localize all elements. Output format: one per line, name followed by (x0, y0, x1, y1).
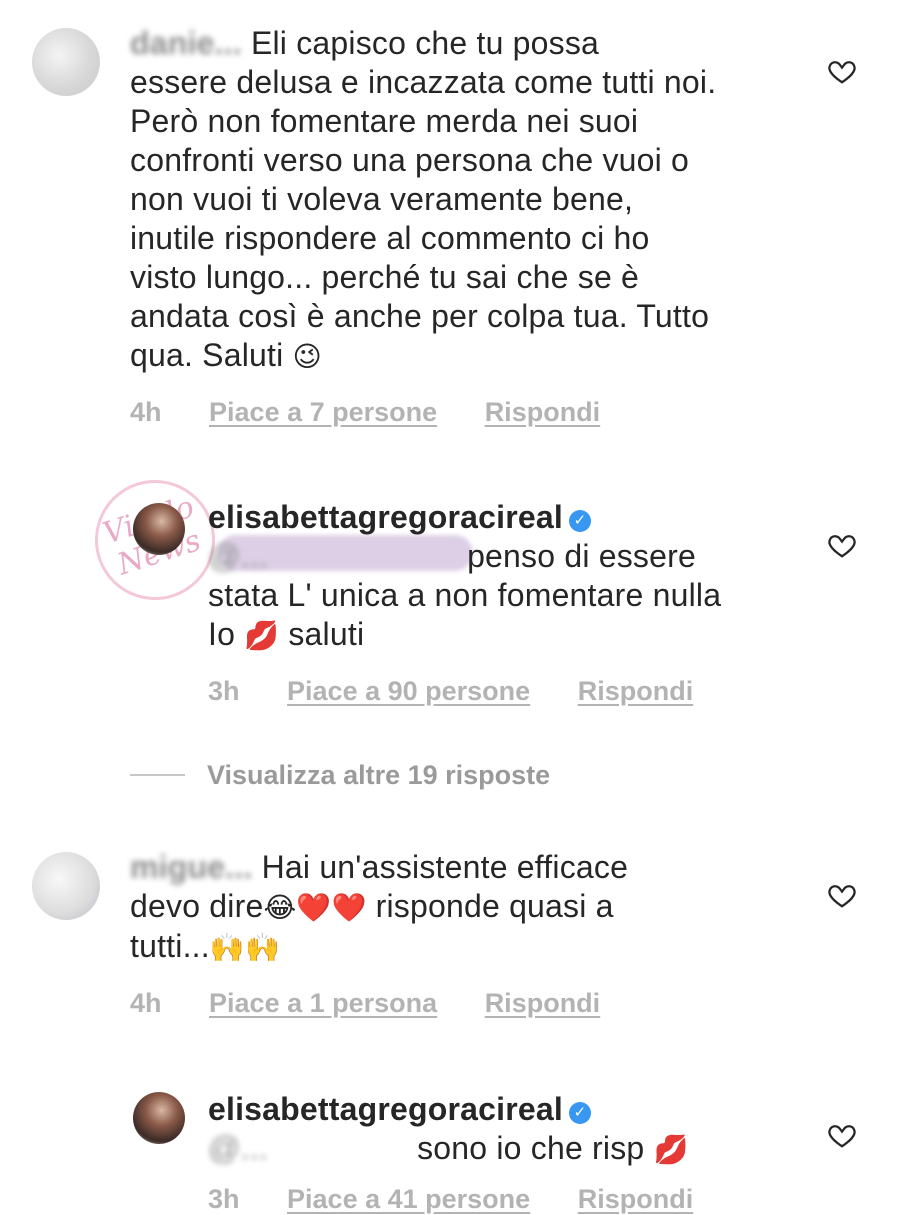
like-heart-icon[interactable] (827, 880, 857, 910)
reply-button[interactable]: Rispondi (578, 676, 694, 706)
likes-link[interactable]: Piace a 1 persona (209, 988, 437, 1018)
avatar[interactable] (32, 28, 100, 96)
divider (130, 774, 185, 776)
reply-button[interactable]: Rispondi (485, 988, 601, 1018)
comment-username[interactable]: danie... (130, 25, 242, 61)
raised-hands-emoji-icon: 🙌 (244, 932, 281, 963)
wink-emoji-icon: 😉 (292, 341, 322, 372)
mention-link[interactable]: @... (208, 538, 268, 574)
kiss-emoji-icon: 💋 (653, 1134, 689, 1165)
comment-text: migue... Hai un'assistente efficace devo… (130, 849, 629, 964)
like-heart-icon[interactable] (827, 1120, 857, 1150)
comment-username[interactable]: elisabettagregoracireal (208, 499, 563, 535)
like-heart-icon[interactable] (827, 530, 857, 560)
comment-time: 3h (208, 676, 240, 706)
reply-button[interactable]: Rispondi (485, 397, 601, 427)
comment-meta: 4h Piace a 7 persone Rispondi (130, 397, 640, 428)
likes-link[interactable]: Piace a 90 persone (287, 676, 530, 706)
comment-username[interactable]: migue... (130, 849, 253, 885)
kiss-emoji-icon: 💋 (244, 620, 280, 651)
likes-link[interactable]: Piace a 7 persone (209, 397, 437, 427)
comment-text: elisabettagregoracireal ✓ @... sono io ch… (208, 1091, 689, 1168)
avatar[interactable] (133, 503, 185, 555)
like-heart-icon[interactable] (827, 56, 857, 86)
heart-emoji-icon: ❤️ (296, 892, 332, 923)
mention-link[interactable]: @... (208, 1129, 408, 1168)
avatar[interactable] (32, 852, 100, 920)
comment-username[interactable]: elisabettagregoracireal (208, 1091, 563, 1127)
comment-meta: 4h Piace a 1 persona Rispondi (130, 988, 640, 1019)
comment-meta: 3h Piace a 90 persone Rispondi (208, 676, 733, 707)
comment-time: 3h (208, 1184, 240, 1214)
comment-time: 4h (130, 988, 162, 1018)
verified-badge-icon: ✓ (569, 510, 591, 532)
verified-badge-icon: ✓ (569, 1102, 591, 1124)
heart-emoji-icon: ❤️ (331, 892, 367, 923)
likes-link[interactable]: Piace a 41 persone (287, 1184, 530, 1214)
avatar[interactable] (133, 1092, 185, 1144)
view-more-replies-button[interactable]: Visualizza altre 19 risposte (130, 760, 550, 791)
comment-time: 4h (130, 397, 162, 427)
laughing-emoji-icon: 😂 (263, 892, 297, 923)
raised-hands-emoji-icon: 🙌 (209, 932, 245, 963)
comment-text: danie... Eli capisco che tu possa essere… (130, 25, 717, 373)
comment-text: elisabettagregoracireal ✓ @... penso di e… (208, 499, 722, 652)
reply-button[interactable]: Rispondi (578, 1184, 694, 1214)
